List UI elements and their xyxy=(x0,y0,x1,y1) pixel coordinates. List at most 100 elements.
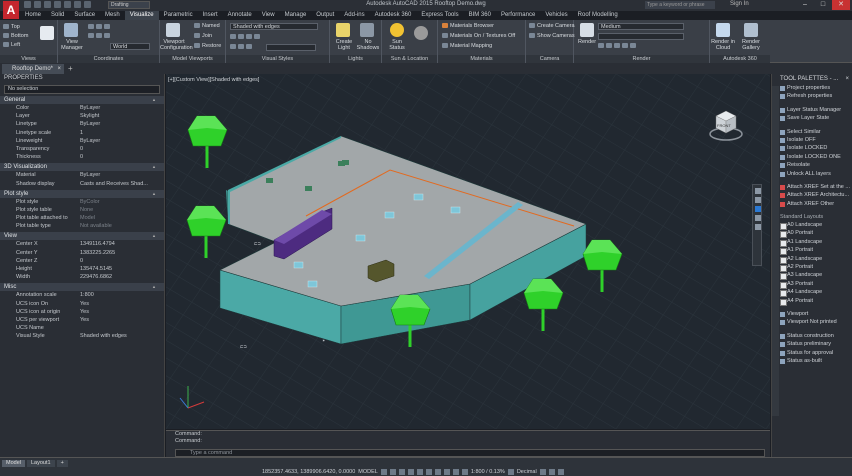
pan-icon[interactable] xyxy=(755,197,761,203)
property-value[interactable] xyxy=(80,324,164,332)
section-view[interactable]: View xyxy=(0,232,164,241)
property-value[interactable]: 0 xyxy=(80,145,164,153)
section-3d-visualization[interactable]: 3D Visualization xyxy=(0,163,164,172)
no-shadows-icon[interactable] xyxy=(360,23,374,37)
palette-tool-item[interactable]: Select Similar xyxy=(772,128,852,136)
viewport-configuration-label[interactable]: Viewport Configuration xyxy=(160,39,193,51)
palette-layout-item[interactable]: A3 Portrait xyxy=(772,280,852,290)
palette-tool-item[interactable]: Unlock ALL layers xyxy=(772,170,852,178)
palette-status-item[interactable]: Status as-built xyxy=(772,357,852,365)
property-value[interactable]: 1:800 xyxy=(80,291,164,299)
ribbon-tab-output[interactable]: Output xyxy=(311,11,339,20)
view-top-button[interactable]: Top xyxy=(3,24,20,30)
property-row[interactable]: UCS icon at origin Yes xyxy=(0,308,164,316)
sun-icon[interactable] xyxy=(390,23,404,37)
close-icon[interactable]: ✕ xyxy=(832,0,850,10)
viewcube[interactable]: FRONT xyxy=(706,104,746,144)
snap-icon[interactable] xyxy=(389,468,396,475)
property-row[interactable]: Color ByLayer xyxy=(0,104,164,112)
property-row[interactable]: UCS per viewport Yes xyxy=(0,316,164,324)
palette-layout-item[interactable]: A4 Portrait xyxy=(772,297,852,307)
ribbon-tab-solid[interactable]: Solid xyxy=(46,11,69,20)
new-tab-icon[interactable]: + xyxy=(68,64,73,73)
property-row[interactable]: UCS Name xyxy=(0,324,164,332)
command-input[interactable]: Type a command xyxy=(175,449,765,457)
render-output-field[interactable] xyxy=(598,33,684,40)
restore-button[interactable]: Restore xyxy=(194,43,221,49)
annotation-scale[interactable]: 1:800 / 0.13% xyxy=(471,469,505,475)
property-value[interactable]: ByLayer xyxy=(80,104,164,112)
property-value[interactable]: 0 xyxy=(80,257,164,265)
palette-layout-item[interactable]: A2 Landscape xyxy=(772,255,852,265)
view-left-button[interactable]: Left xyxy=(3,42,20,48)
workspace-icon[interactable] xyxy=(507,468,514,475)
property-value[interactable]: None xyxy=(80,206,164,214)
palette-layout-item[interactable]: A0 Portrait xyxy=(772,229,852,239)
customization-icon[interactable] xyxy=(557,468,564,475)
quick-properties-icon[interactable] xyxy=(539,468,546,475)
search-input[interactable]: Type a keyword or phrase xyxy=(645,1,715,9)
property-value[interactable]: 1349116.4794 xyxy=(80,240,164,248)
property-value[interactable]: ByLayer xyxy=(80,137,164,145)
ucs-icon-row-2[interactable] xyxy=(88,33,112,39)
ribbon-tab-bim-360[interactable]: BIM 360 xyxy=(464,11,496,20)
section-plot-style[interactable]: Plot style xyxy=(0,189,164,198)
palette-tool-item[interactable]: Isolate LOCKED xyxy=(772,144,852,152)
palette-layout-item[interactable]: A2 Portrait xyxy=(772,263,852,273)
palette-viewport-item[interactable]: Viewport xyxy=(772,310,852,318)
ribbon-tab-visualize[interactable]: Visualize xyxy=(124,11,159,20)
palette-tool-item[interactable]: Reisolate xyxy=(772,161,852,169)
units-dropdown[interactable]: Decimal xyxy=(517,469,537,475)
selection-dropdown[interactable]: No selection xyxy=(4,85,160,94)
palette-status-item[interactable]: Status construction xyxy=(772,332,852,340)
palette-tool-item[interactable]: Save Layer State xyxy=(772,114,852,122)
ribbon-tab-home[interactable]: Home xyxy=(20,11,46,20)
property-value[interactable]: Skylight xyxy=(80,112,164,120)
materials-browser-button[interactable]: Materials Browser xyxy=(442,23,494,29)
ribbon-tab-surface[interactable]: Surface xyxy=(69,11,100,20)
palette-layout-item[interactable]: A0 Landscape xyxy=(772,221,852,231)
property-row[interactable]: Plot table attached to Model xyxy=(0,214,164,222)
lineweight-icon[interactable] xyxy=(434,468,441,475)
viewport-controls-label[interactable]: [+][Custom View][Shaded with edges] xyxy=(168,77,259,83)
ribbon-tab-insert[interactable]: Insert xyxy=(198,11,223,20)
property-value[interactable]: ByLayer xyxy=(80,171,164,179)
ribbon-tab-express-tools[interactable]: Express Tools xyxy=(416,11,463,20)
maximize-icon[interactable]: □ xyxy=(814,0,832,10)
otrack-icon[interactable] xyxy=(425,468,432,475)
property-value[interactable]: Yes xyxy=(80,308,164,316)
property-row[interactable]: Transparency 0 xyxy=(0,145,164,153)
property-row[interactable]: Plot style ByColor xyxy=(0,198,164,206)
render-gallery-icon[interactable] xyxy=(744,23,758,37)
selection-cycling-icon[interactable] xyxy=(452,468,459,475)
create-light-label[interactable]: Create Light xyxy=(332,39,356,51)
ribbon-tab-add-ins[interactable]: Add-ins xyxy=(339,11,369,20)
palette-tool-item[interactable]: Attach XREF Other xyxy=(772,200,852,208)
property-value[interactable]: Yes xyxy=(80,300,164,308)
palette-tool-item[interactable]: Project properties xyxy=(772,84,852,92)
property-value[interactable]: Casts and Receives Shad... xyxy=(80,180,164,188)
ribbon-tab-mesh[interactable]: Mesh xyxy=(100,11,125,20)
property-value[interactable]: Model xyxy=(80,214,164,222)
ribbon-tab-autodesk-360[interactable]: Autodesk 360 xyxy=(370,11,417,20)
property-row[interactable]: Shadow display Casts and Receives Shad... xyxy=(0,180,164,188)
palette-status-item[interactable]: Status preliminary xyxy=(772,340,852,348)
palette-layout-item[interactable]: A1 Landscape xyxy=(772,238,852,248)
ribbon-tab-view[interactable]: View xyxy=(257,11,280,20)
visual-style-tools-row[interactable] xyxy=(230,34,262,40)
palette-layout-item[interactable]: A4 Landscape xyxy=(772,288,852,298)
property-row[interactable]: Width 229476.6862 xyxy=(0,273,164,281)
property-row[interactable]: Layer Skylight xyxy=(0,112,164,120)
visual-style-dropdown[interactable]: Shaded with edges xyxy=(230,23,318,30)
view-cube-small-icon[interactable] xyxy=(40,26,54,40)
edge-color-field[interactable] xyxy=(266,44,316,51)
location-icon[interactable] xyxy=(414,26,428,40)
materials-on-button[interactable]: Materials On / Textures Off xyxy=(442,33,515,39)
property-row[interactable]: Center X 1349116.4794 xyxy=(0,240,164,248)
property-row[interactable]: Height 135474.5145 xyxy=(0,265,164,273)
property-value[interactable]: 135474.5145 xyxy=(80,265,164,273)
ribbon-tab-manage[interactable]: Manage xyxy=(280,11,312,20)
palette-viewport-item[interactable]: Viewport Not printed xyxy=(772,318,852,326)
showmotion-icon[interactable] xyxy=(755,224,761,230)
visual-style-tools-row-2[interactable] xyxy=(230,44,254,50)
